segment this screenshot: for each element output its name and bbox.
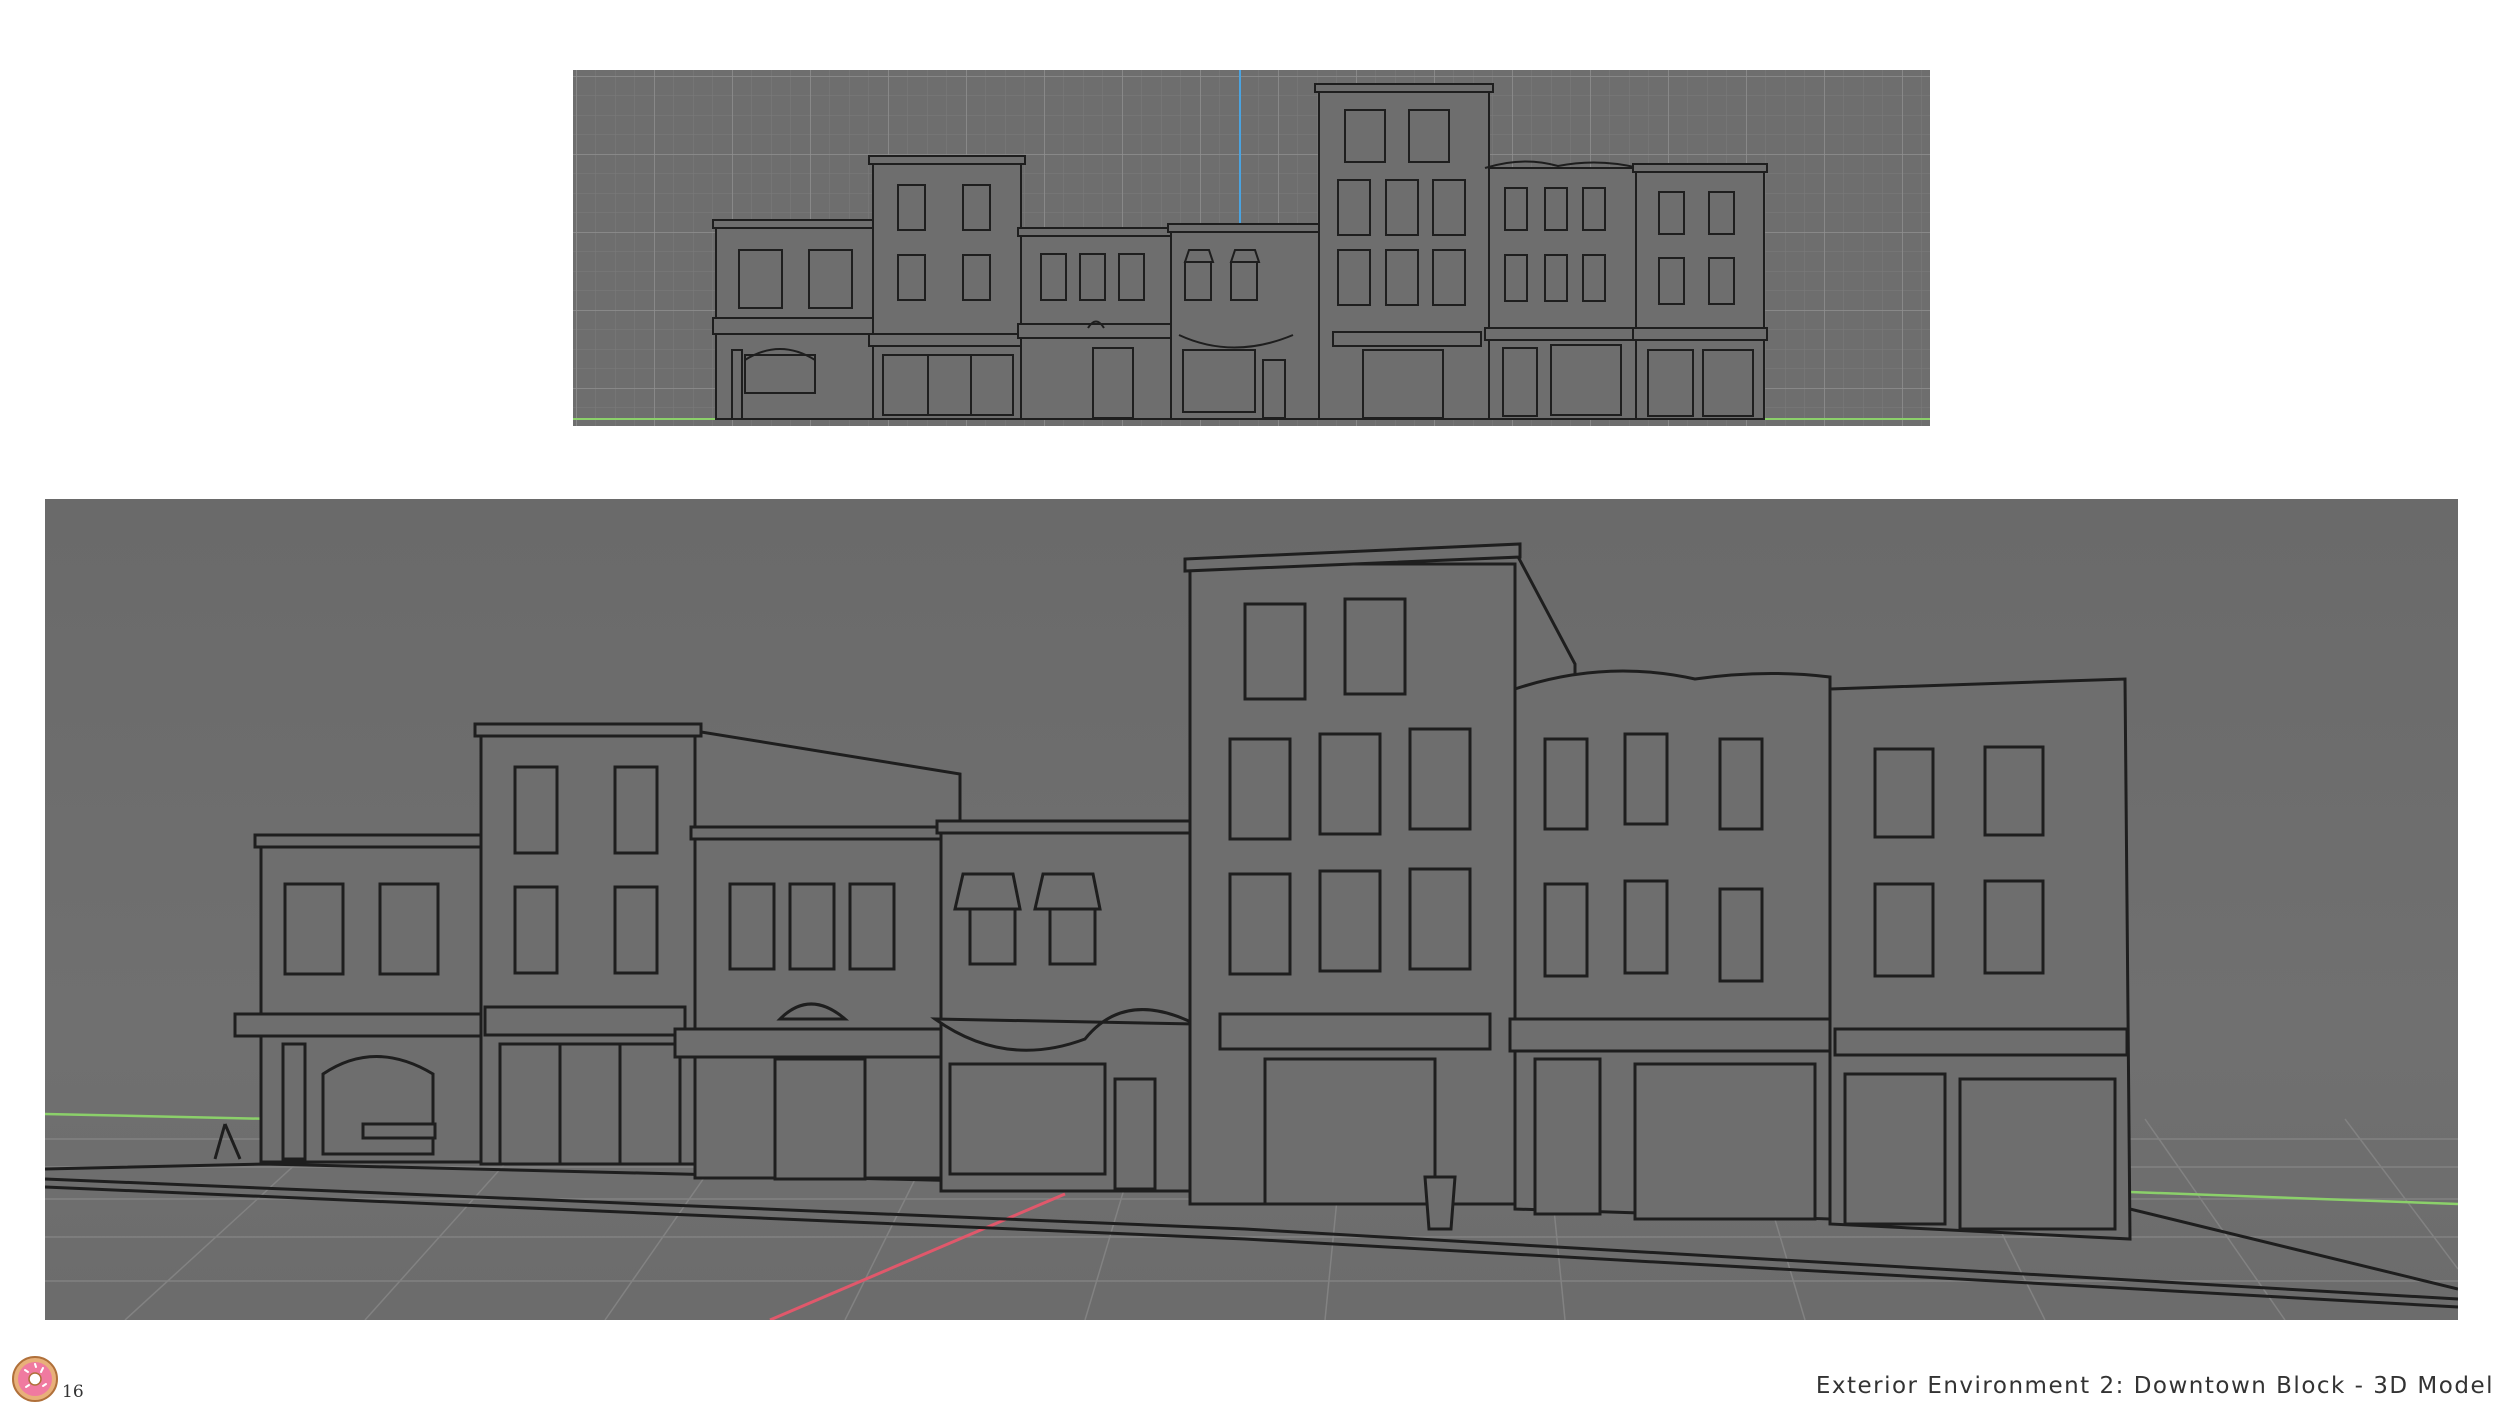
orthographic-front-viewport[interactable] <box>573 70 1930 426</box>
donut-icon <box>10 1354 60 1404</box>
ortho-building-b <box>868 155 1026 420</box>
perspective-viewport[interactable] <box>45 499 2458 1320</box>
slide-title: Exterior Environment 2: Downtown Block -… <box>1815 1373 2494 1399</box>
persp-building-f <box>1508 669 1834 1221</box>
persp-building-c <box>673 825 947 1181</box>
ortho-building-f <box>1484 160 1640 420</box>
persp-scene <box>45 499 2458 1320</box>
page-number: 16 <box>62 1382 84 1402</box>
ortho-building-a <box>712 219 876 420</box>
ortho-scene <box>573 70 1930 426</box>
persp-building-g <box>1828 677 2132 1241</box>
ortho-building-c <box>1017 227 1175 420</box>
ortho-building-d <box>1167 223 1323 420</box>
ortho-building-e <box>1314 83 1494 420</box>
persp-building-d <box>930 819 1209 1193</box>
ortho-building-g <box>1632 163 1768 420</box>
